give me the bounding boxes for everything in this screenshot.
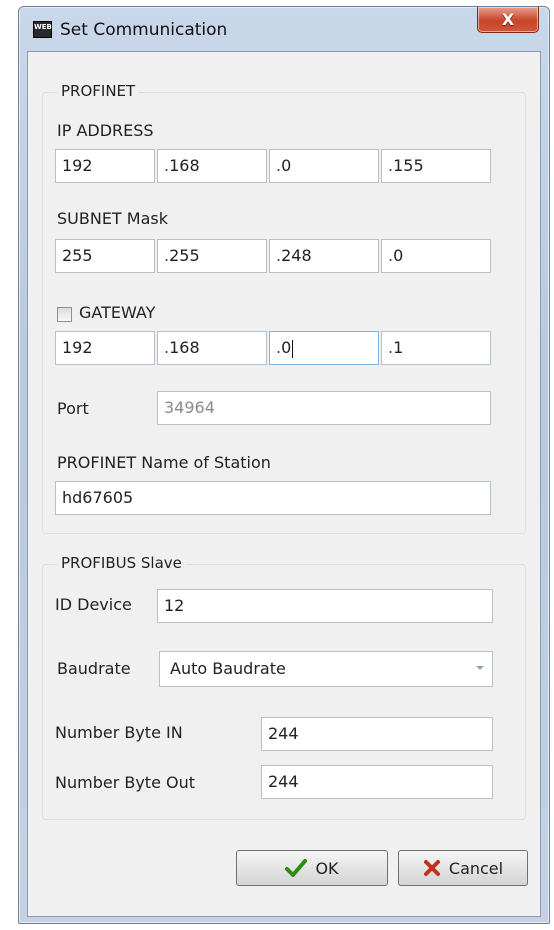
close-button[interactable]: X <box>477 7 539 33</box>
port-label: Port <box>57 399 89 418</box>
ip-octet-3-value: 0 <box>281 156 292 175</box>
gateway-octet-2[interactable]: .168 <box>157 331 267 365</box>
subnet-octet-3-value: 248 <box>281 246 312 265</box>
ip-octet-1[interactable]: 192 <box>55 149 155 183</box>
ip-octet-4[interactable]: .155 <box>381 149 491 183</box>
gateway-octet-1-value: 192 <box>62 338 93 357</box>
ip-octet-2-value: 168 <box>169 156 200 175</box>
station-name-input[interactable]: hd67605 <box>55 481 491 515</box>
cancel-label: Cancel <box>448 858 504 878</box>
station-name-value: hd67605 <box>62 488 134 507</box>
title-bar[interactable]: WEB Set Communication X <box>19 7 549 51</box>
ok-button[interactable]: OK <box>236 850 388 886</box>
gateway-octet-4-value: 1 <box>393 338 404 357</box>
gateway-octet-1[interactable]: 192 <box>55 331 155 365</box>
profibus-group: PROFIBUS Slave ID Device 12 Baudrate Aut… <box>42 554 526 820</box>
subnet-octet-3[interactable]: .248 <box>269 239 379 273</box>
subnet-octet-2[interactable]: .255 <box>157 239 267 273</box>
baudrate-value: Auto Baudrate <box>170 659 286 678</box>
gateway-octet-4[interactable]: .1 <box>381 331 491 365</box>
ok-label: OK <box>315 858 339 878</box>
subnet-mask-label: SUBNET Mask <box>57 209 168 228</box>
gateway-label: GATEWAY <box>79 303 156 322</box>
text-caret <box>292 339 294 358</box>
ip-address-label: IP ADDRESS <box>57 121 154 140</box>
station-name-label: PROFINET Name of Station <box>57 453 271 472</box>
port-input[interactable]: 34964 <box>157 391 491 425</box>
subnet-octet-4-value: 0 <box>393 246 404 265</box>
id-device-input[interactable]: 12 <box>157 589 493 623</box>
ip-octet-2[interactable]: .168 <box>157 149 267 183</box>
ip-octet-3[interactable]: .0 <box>269 149 379 183</box>
byte-in-input[interactable]: 244 <box>261 717 493 751</box>
id-device-label: ID Device <box>55 595 132 614</box>
subnet-octet-1-value: 255 <box>62 246 93 265</box>
dialog-window: WEB Set Communication X PROFINET IP ADDR… <box>18 6 550 924</box>
baudrate-label: Baudrate <box>57 659 131 678</box>
ip-octet-4-value: 155 <box>393 156 424 175</box>
chevron-down-icon <box>476 666 484 670</box>
baudrate-select[interactable]: Auto Baudrate <box>159 651 493 687</box>
subnet-octet-4[interactable]: .0 <box>381 239 491 273</box>
checkmark-icon <box>285 859 308 877</box>
gateway-octet-3[interactable]: .0 <box>269 331 379 365</box>
ip-octet-1-value: 192 <box>62 156 93 175</box>
gateway-octet-2-value: 168 <box>169 338 200 357</box>
byte-in-label: Number Byte IN <box>55 723 183 742</box>
gateway-octet-3-value: 0 <box>281 338 292 357</box>
window-title: Set Communication <box>60 20 228 40</box>
id-device-value: 12 <box>164 596 185 615</box>
byte-out-label: Number Byte Out <box>55 773 196 792</box>
subnet-octet-1[interactable]: 255 <box>55 239 155 273</box>
cancel-x-icon <box>423 859 441 877</box>
byte-out-value: 244 <box>268 772 299 791</box>
profinet-legend: PROFINET <box>57 82 140 100</box>
profinet-group: PROFINET IP ADDRESS 192 .168 .0 .155 SUB… <box>42 82 526 534</box>
byte-in-value: 244 <box>268 724 299 743</box>
subnet-octet-2-value: 255 <box>169 246 200 265</box>
byte-out-input[interactable]: 244 <box>261 765 493 799</box>
cancel-button[interactable]: Cancel <box>398 850 528 886</box>
gateway-checkbox[interactable] <box>57 307 72 322</box>
profibus-legend: PROFIBUS Slave <box>57 554 186 572</box>
app-icon: WEB <box>33 21 52 38</box>
dialog-client-area: PROFINET IP ADDRESS 192 .168 .0 .155 SUB… <box>27 51 541 917</box>
port-value: 34964 <box>164 398 215 417</box>
close-icon: X <box>501 10 515 29</box>
